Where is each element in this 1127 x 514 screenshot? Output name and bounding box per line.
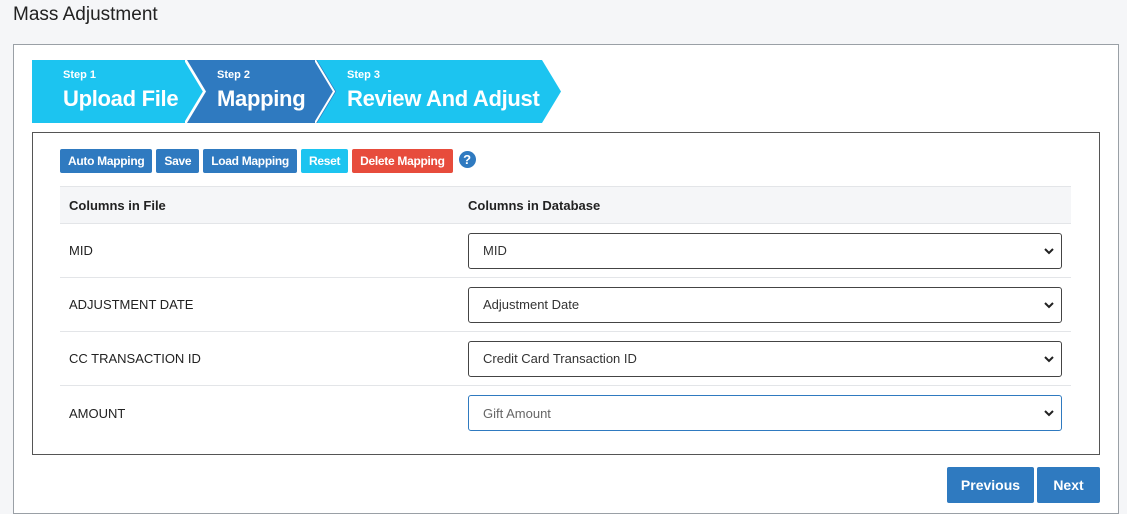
file-column-name: CC TRANSACTION ID [69, 351, 201, 366]
table-row: ADJUSTMENT DATE Adjustment Date [60, 278, 1071, 332]
select-value: Adjustment Date [483, 297, 580, 312]
database-column-select[interactable]: MID [468, 232, 1062, 269]
select-value: Gift Amount [483, 405, 551, 421]
header-columns-in-database: Columns in Database [468, 197, 601, 213]
step-1-label: Upload File [63, 86, 179, 111]
database-column-select[interactable]: Credit Card Transaction ID [468, 340, 1062, 377]
chevron-down-icon [1044, 301, 1054, 308]
table-row: CC TRANSACTION ID Credit Card Transactio… [60, 332, 1071, 386]
file-column-name: AMOUNT [69, 405, 126, 421]
mapping-toolbar: Auto Mapping Save Load Mapping Reset Del… [60, 149, 476, 173]
database-column-select[interactable]: Adjustment Date [468, 286, 1062, 323]
step-3-number: Step 3 [347, 69, 381, 81]
wizard-steps: Step 1 Upload File Step 2 Mapping Step 3… [32, 60, 592, 123]
help-icon[interactable]: ? [458, 150, 476, 168]
save-button[interactable]: Save [156, 149, 200, 173]
step-1-number: Step 1 [63, 69, 97, 81]
table-header: Columns in File Columns in Database [60, 186, 1071, 224]
load-mapping-button[interactable]: Load Mapping [203, 149, 297, 173]
wizard-step-1[interactable]: Step 1 Upload File [32, 60, 204, 123]
select-value: MID [483, 243, 507, 258]
previous-button[interactable]: Previous [947, 467, 1034, 503]
auto-mapping-button[interactable]: Auto Mapping [60, 149, 153, 173]
table-row: AMOUNT Gift Amount [60, 386, 1071, 440]
wizard-step-3[interactable]: Step 3 Review And Adjust [315, 60, 565, 123]
file-column-name: MID [69, 243, 93, 258]
chevron-down-icon [1044, 355, 1054, 362]
wizard-step-2[interactable]: Step 2 Mapping [185, 60, 368, 123]
mapping-table: Columns in File Columns in Database MID … [60, 186, 1071, 440]
chevron-down-icon [1044, 247, 1054, 254]
next-button[interactable]: Next [1037, 467, 1100, 503]
header-columns-in-file: Columns in File [69, 197, 166, 213]
reset-button[interactable]: Reset [300, 149, 349, 173]
chevron-down-icon [1044, 410, 1054, 417]
step-2-label: Mapping [217, 86, 306, 111]
table-row: MID MID [60, 224, 1071, 278]
database-column-select[interactable]: Gift Amount [468, 395, 1062, 431]
delete-mapping-button[interactable]: Delete Mapping [352, 149, 453, 173]
select-value: Credit Card Transaction ID [483, 351, 637, 366]
page-title: Mass Adjustment [13, 4, 158, 25]
step-3-label: Review And Adjust [347, 86, 540, 111]
step-2-number: Step 2 [217, 69, 251, 81]
file-column-name: ADJUSTMENT DATE [69, 297, 194, 312]
